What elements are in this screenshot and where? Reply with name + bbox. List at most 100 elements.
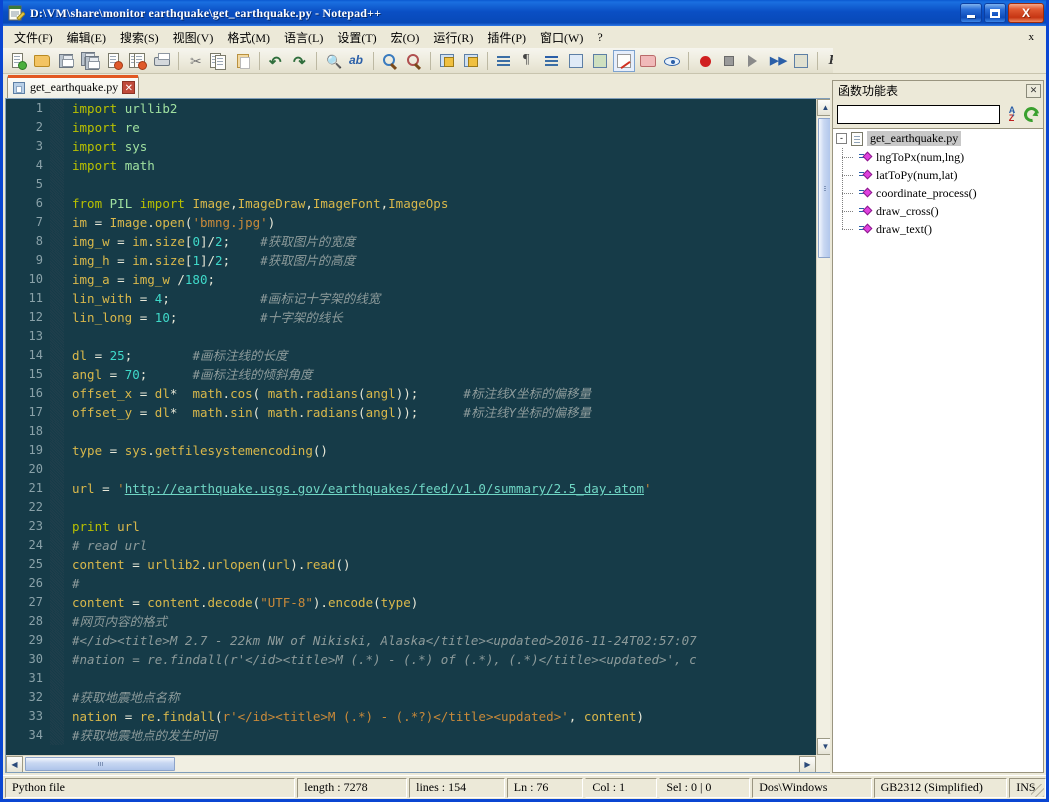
code-text[interactable]: #网页内容的格式 [64, 612, 816, 631]
code-line[interactable]: 15angl = 70; #画标注线的倾斜角度 [6, 365, 816, 384]
stop-record-icon[interactable] [718, 50, 740, 72]
sync-vertical-icon[interactable] [436, 50, 458, 72]
code-text[interactable] [64, 422, 816, 441]
menu-item-edit[interactable]: 编辑(E) [60, 27, 113, 48]
menu-item-language[interactable]: 语言(L) [277, 27, 330, 48]
open-file-icon[interactable] [31, 50, 53, 72]
code-line[interactable]: 3import sys [6, 137, 816, 156]
tree-item-draw-text[interactable]: draw_text() [833, 220, 1043, 238]
fold-margin[interactable] [50, 327, 64, 346]
fold-margin[interactable] [50, 498, 64, 517]
code-line[interactable]: 22 [6, 498, 816, 517]
menu-item-help[interactable]: ? [590, 28, 609, 47]
menu-item-window[interactable]: 窗口(W) [533, 27, 590, 48]
close-document-button[interactable]: x [1029, 31, 1043, 43]
copy-icon[interactable] [208, 50, 230, 72]
code-line[interactable]: 4import math [6, 156, 816, 175]
tab-get-earthquake-py[interactable]: get_earthquake.py ✕ [7, 76, 139, 98]
save-all-icon[interactable] [79, 50, 101, 72]
fast-play-macro-icon[interactable]: ▶▶ [766, 50, 788, 72]
code-line[interactable]: 33nation = re.findall(r'</id><title>M (.… [6, 707, 816, 726]
replace-icon[interactable]: ab [346, 50, 368, 72]
sync-horizontal-icon[interactable] [460, 50, 482, 72]
function-list-search-input[interactable] [837, 105, 1000, 124]
menu-item-plugins[interactable]: 插件(P) [480, 27, 533, 48]
code-line[interactable]: 23print url [6, 517, 816, 536]
fold-margin[interactable] [50, 137, 64, 156]
code-text[interactable]: print url [64, 517, 816, 536]
code-line[interactable]: 13 [6, 327, 816, 346]
save-macro-icon[interactable] [790, 50, 812, 72]
horizontal-scroll-thumb[interactable] [25, 757, 175, 771]
tree-item-coordinate-process[interactable]: coordinate_process() [833, 184, 1043, 202]
fold-margin[interactable] [50, 175, 64, 194]
fold-margin[interactable] [50, 517, 64, 536]
code-line[interactable]: 27content = content.decode("UTF-8").enco… [6, 593, 816, 612]
code-text[interactable]: nation = re.findall(r'</id><title>M (.*)… [64, 707, 816, 726]
fold-margin[interactable] [50, 479, 64, 498]
record-macro-icon[interactable] [694, 50, 716, 72]
word-wrap-icon[interactable] [493, 50, 515, 72]
sort-az-icon[interactable]: AZ ↓ [1006, 104, 1018, 124]
close-all-icon[interactable] [127, 50, 149, 72]
fold-margin[interactable] [50, 536, 64, 555]
code-text[interactable]: import urllib2 [64, 99, 816, 118]
indent-guide-icon[interactable] [541, 50, 563, 72]
code-text[interactable]: # [64, 574, 816, 593]
maximize-button[interactable] [984, 3, 1006, 23]
fold-margin[interactable] [50, 384, 64, 403]
close-button[interactable]: X [1008, 3, 1044, 23]
code-line[interactable]: 7im = Image.open('bmng.jpg') [6, 213, 816, 232]
code-line[interactable]: 34#获取地震地点的发生时间 [6, 726, 816, 745]
code-text[interactable]: lin_long = 10; #十字架的线长 [64, 308, 816, 327]
fold-margin[interactable] [50, 346, 64, 365]
code-text[interactable]: import math [64, 156, 816, 175]
code-text[interactable] [64, 460, 816, 479]
fold-margin[interactable] [50, 460, 64, 479]
reload-icon[interactable] [1024, 104, 1039, 124]
tree-item-draw-cross[interactable]: draw_cross() [833, 202, 1043, 220]
fold-margin[interactable] [50, 555, 64, 574]
doc-switcher-icon[interactable] [847, 50, 869, 72]
code-line[interactable]: 11lin_with = 4; #画标记十字架的线宽 [6, 289, 816, 308]
play-macro-icon[interactable] [742, 50, 764, 72]
fold-margin[interactable] [50, 726, 64, 745]
fold-margin[interactable] [50, 308, 64, 327]
fold-margin[interactable] [50, 707, 64, 726]
tab-close-icon[interactable]: ✕ [122, 81, 135, 94]
code-text[interactable]: #nation = re.findall(r'</id><title>M (.*… [64, 650, 816, 669]
fold-margin[interactable] [50, 99, 64, 118]
code-line[interactable]: 1import urllib2 [6, 99, 816, 118]
code-line[interactable]: 20 [6, 460, 816, 479]
code-text[interactable] [64, 498, 816, 517]
code-line[interactable]: 12lin_long = 10; #十字架的线长 [6, 308, 816, 327]
code-text[interactable]: content = content.decode("UTF-8").encode… [64, 593, 816, 612]
code-line[interactable]: 32#获取地震地点名称 [6, 688, 816, 707]
code-line[interactable]: 14dl = 25; #画标注线的长度 [6, 346, 816, 365]
ui-user-defined-dialog-icon[interactable] [565, 50, 587, 72]
code-text[interactable]: img_a = img_w /180; [64, 270, 816, 289]
editor-horizontal-scrollbar[interactable]: ◀ ▶ [6, 755, 816, 772]
code-line[interactable]: 6from PIL import Image,ImageDraw,ImageFo… [6, 194, 816, 213]
function-list-close-icon[interactable]: ✕ [1026, 84, 1041, 98]
tree-item-lngtopx[interactable]: lngToPx(num,lng) [833, 148, 1043, 166]
menu-item-file[interactable]: 文件(F) [7, 27, 60, 48]
fold-margin[interactable] [50, 232, 64, 251]
paste-icon[interactable] [232, 50, 254, 72]
code-line[interactable]: 31 [6, 669, 816, 688]
close-file-icon[interactable] [103, 50, 125, 72]
menu-item-macro[interactable]: 宏(O) [384, 27, 427, 48]
resize-grip-icon[interactable] [1031, 784, 1044, 797]
print-icon[interactable] [151, 50, 173, 72]
zoom-out-icon[interactable] [403, 50, 425, 72]
code-text[interactable] [64, 175, 816, 194]
code-area[interactable]: 1import urllib22import re3import sys4imp… [6, 99, 816, 755]
tree-expander-icon[interactable]: - [836, 133, 847, 144]
code-text[interactable]: img_w = im.size[0]/2; #获取图片的宽度 [64, 232, 816, 251]
menu-item-search[interactable]: 搜索(S) [113, 27, 166, 48]
cut-icon[interactable]: ✂ [184, 50, 206, 72]
code-text[interactable]: import re [64, 118, 816, 137]
fold-margin[interactable] [50, 270, 64, 289]
fold-margin[interactable] [50, 289, 64, 308]
new-file-icon[interactable] [7, 50, 29, 72]
